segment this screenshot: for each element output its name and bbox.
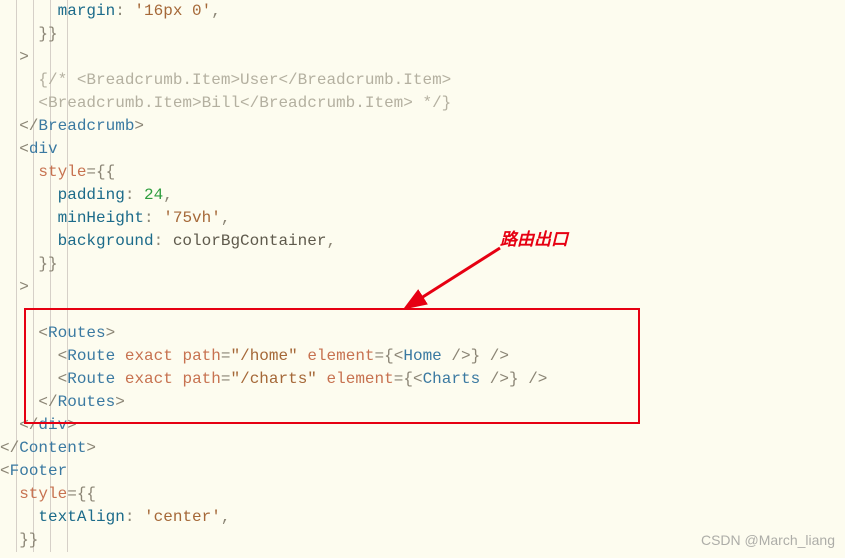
- code-line: [0, 299, 845, 322]
- code-line: style={{: [0, 483, 845, 506]
- code-line: padding: 24,: [0, 184, 845, 207]
- code-line: </Routes>: [0, 391, 845, 414]
- code-line: >: [0, 46, 845, 69]
- code-line: <Route exact path="/charts" element={<Ch…: [0, 368, 845, 391]
- code-line: style={{: [0, 161, 845, 184]
- code-block: margin: '16px 0', }} > {/* <Breadcrumb.I…: [0, 0, 845, 552]
- code-line: <Routes>: [0, 322, 845, 345]
- code-line: <Footer: [0, 460, 845, 483]
- code-line: </Content>: [0, 437, 845, 460]
- code-line: <Route exact path="/home" element={<Home…: [0, 345, 845, 368]
- code-line: {/* <Breadcrumb.Item>User</Breadcrumb.It…: [0, 69, 845, 92]
- code-line: <div: [0, 138, 845, 161]
- code-line: </div>: [0, 414, 845, 437]
- code-line: margin: '16px 0',: [0, 0, 845, 23]
- code-line: }}: [0, 529, 845, 552]
- code-line: }}: [0, 253, 845, 276]
- code-line: <Breadcrumb.Item>Bill</Breadcrumb.Item> …: [0, 92, 845, 115]
- code-line: </Breadcrumb>: [0, 115, 845, 138]
- code-line: >: [0, 276, 845, 299]
- code-line: textAlign: 'center',: [0, 506, 845, 529]
- code-line: minHeight: '75vh',: [0, 207, 845, 230]
- code-line: background: colorBgContainer,: [0, 230, 845, 253]
- code-lines: margin: '16px 0', }} > {/* <Breadcrumb.I…: [0, 0, 845, 552]
- code-line: }}: [0, 23, 845, 46]
